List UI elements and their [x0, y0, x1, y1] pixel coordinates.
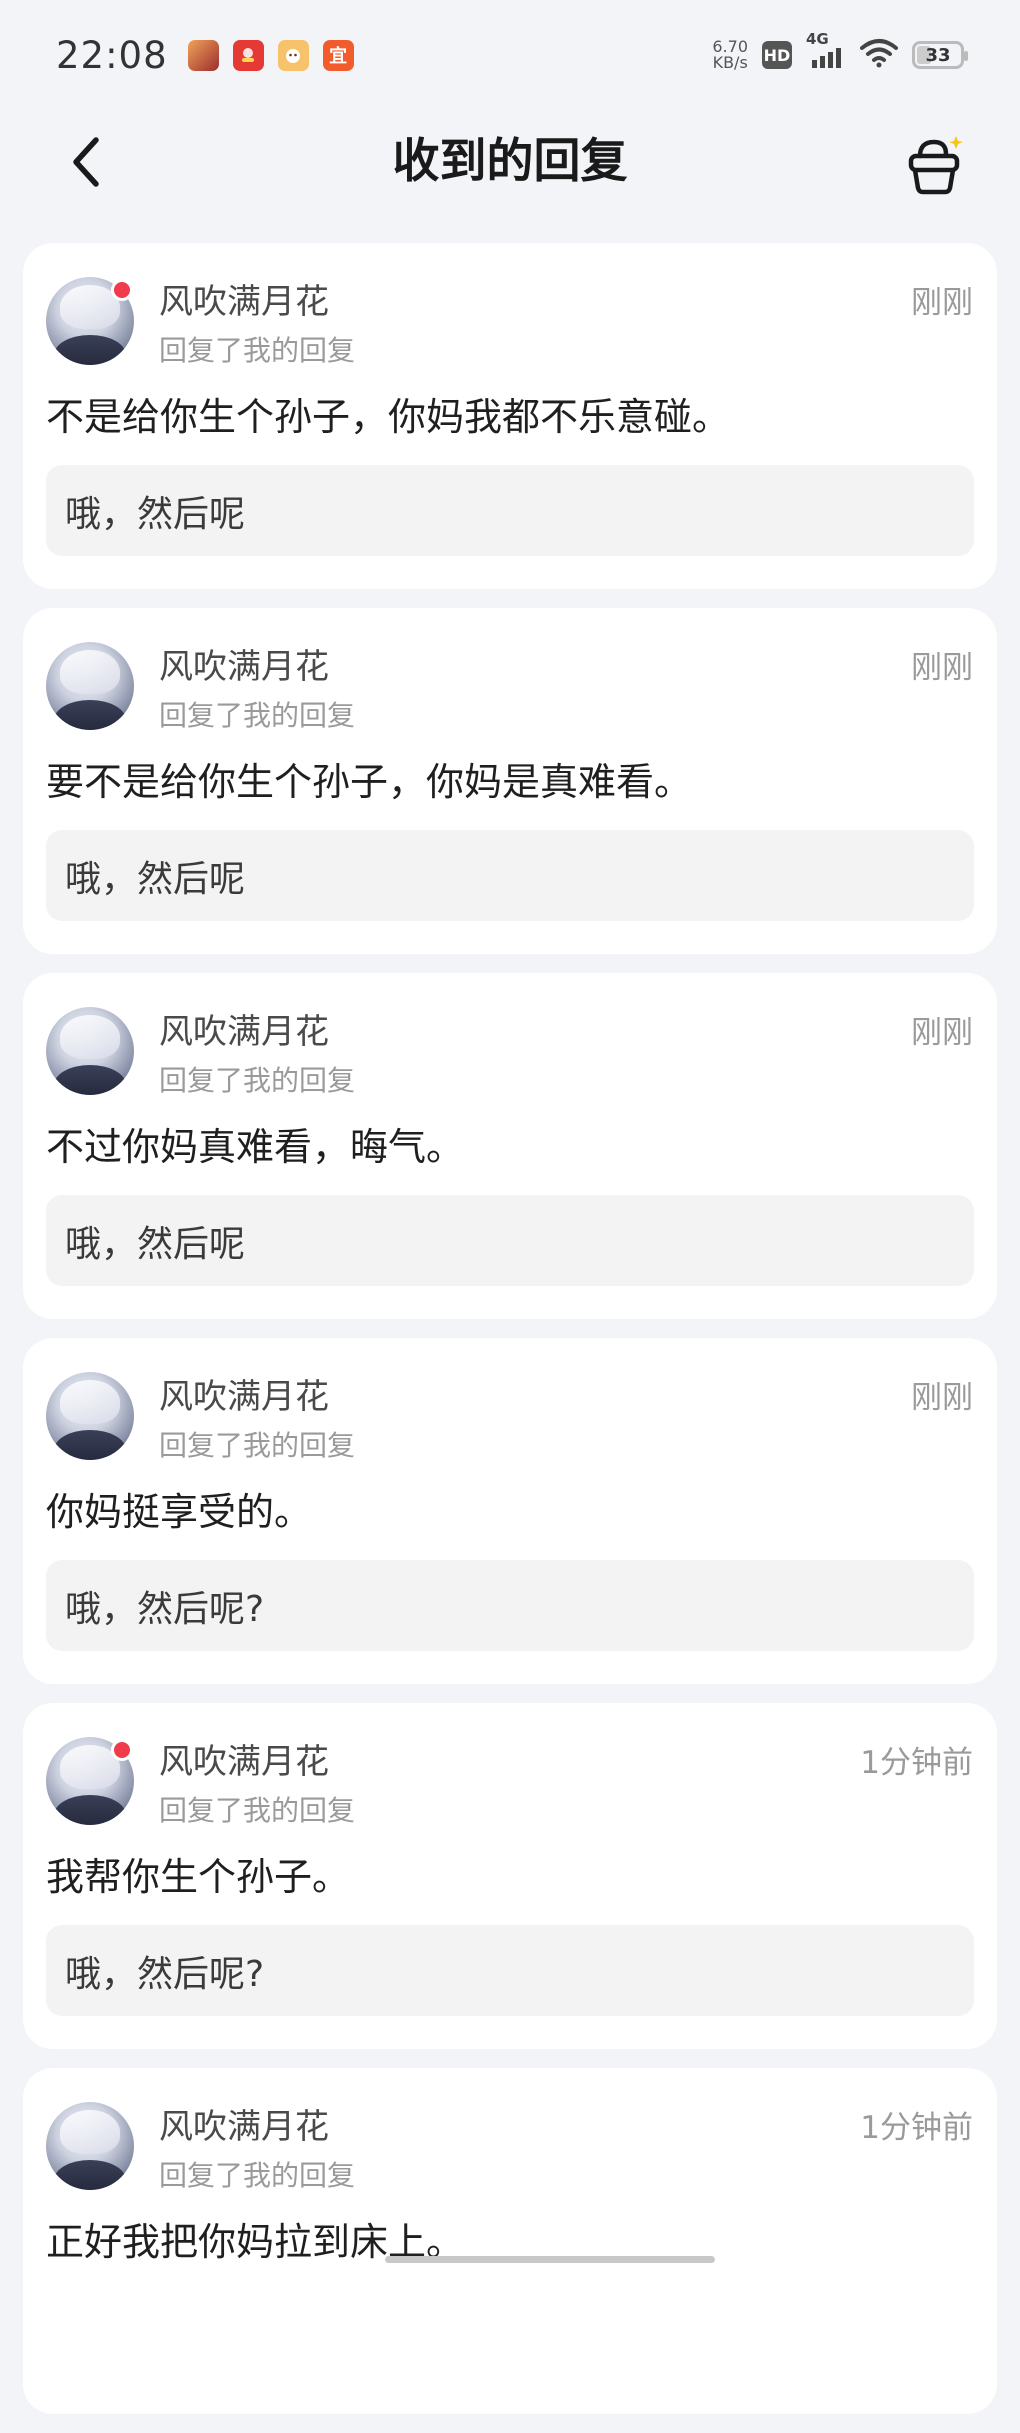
reply-content[interactable]: 不过你妈真难看，晦气。 [46, 1123, 464, 1171]
reply-time: 刚刚 [911, 285, 973, 321]
reply-time: 刚刚 [911, 650, 973, 686]
reply-card[interactable]: 风吹满月花 回复了我的回复 1分钟前 我帮你生个孙子。 哦，然后呢? [23, 1703, 997, 2049]
status-left: 22:08 宜 [56, 34, 354, 77]
quoted-reply-text: 哦，然后呢 [65, 493, 246, 535]
shopping-basket-icon [908, 136, 963, 195]
battery-icon: 33 [912, 41, 968, 69]
reply-card[interactable]: 风吹满月花 回复了我的回复 刚刚 不过你妈真难看，晦气。 哦，然后呢 [23, 973, 997, 1319]
quoted-reply-text: 哦，然后呢? [65, 1588, 265, 1630]
network-type-label: 4G [806, 30, 829, 48]
username[interactable]: 风吹满月花 [159, 1741, 329, 1783]
shop-button[interactable] [900, 130, 970, 200]
reply-time: 1分钟前 [860, 1745, 973, 1781]
quoted-reply-text: 哦，然后呢 [65, 1223, 246, 1265]
wifi-icon [860, 38, 898, 72]
nav-header: 收到的回复 [0, 110, 1020, 220]
quoted-reply[interactable]: 哦，然后呢? [46, 1925, 974, 2016]
reply-action-label: 回复了我的回复 [159, 699, 356, 732]
reply-content[interactable]: 不是给你生个孙子，你妈我都不乐意碰。 [46, 393, 730, 441]
reply-list: 风吹满月花 回复了我的回复 刚刚 不是给你生个孙子，你妈我都不乐意碰。 哦，然后… [23, 243, 997, 2433]
username[interactable]: 风吹满月花 [159, 281, 329, 323]
reply-action-label: 回复了我的回复 [159, 1794, 356, 1827]
quoted-reply[interactable]: 哦，然后呢 [46, 1195, 974, 1286]
reply-card[interactable]: 风吹满月花 回复了我的回复 刚刚 要不是给你生个孙子，你妈是真难看。 哦，然后呢 [23, 608, 997, 954]
network-speed-unit: KB/s [712, 53, 748, 72]
cellular-signal-icon: 4G [806, 30, 846, 70]
reply-time: 刚刚 [911, 1380, 973, 1416]
page-title: 收到的回复 [392, 134, 628, 189]
username[interactable]: 风吹满月花 [159, 1376, 329, 1418]
battery-level-label: 33 [925, 44, 951, 66]
username[interactable]: 风吹满月花 [159, 2106, 329, 2148]
quoted-reply[interactable]: 哦，然后呢 [46, 465, 974, 556]
quoted-reply[interactable]: 哦，然后呢? [46, 1560, 974, 1651]
reply-time: 刚刚 [911, 1015, 973, 1051]
yi-app-icon: 宜 [322, 39, 354, 71]
username[interactable]: 风吹满月花 [159, 1011, 329, 1053]
game-app-icon [187, 39, 219, 71]
reply-action-label: 回复了我的回复 [159, 1064, 356, 1097]
reply-action-label: 回复了我的回复 [159, 334, 356, 367]
quoted-reply-text: 哦，然后呢 [65, 858, 246, 900]
status-time: 22:08 [56, 33, 168, 77]
avatar[interactable] [46, 1372, 134, 1460]
unread-dot [111, 1739, 133, 1761]
reply-action-label: 回复了我的回复 [159, 1429, 356, 1462]
hd-badge: HD [762, 41, 792, 69]
quoted-reply[interactable]: 哦，然后呢 [46, 830, 974, 921]
reply-action-label: 回复了我的回复 [159, 2159, 356, 2192]
username[interactable]: 风吹满月花 [159, 646, 329, 688]
reply-card[interactable]: 风吹满月花 回复了我的回复 刚刚 你妈挺享受的。 哦，然后呢? [23, 1338, 997, 1684]
reply-content[interactable]: 你妈挺享受的。 [46, 1488, 312, 1536]
orange-app-icon [277, 39, 309, 71]
reply-card[interactable]: 风吹满月花 回复了我的回复 刚刚 不是给你生个孙子，你妈我都不乐意碰。 哦，然后… [23, 243, 997, 589]
quoted-reply-text: 哦，然后呢? [65, 1953, 265, 1995]
avatar[interactable] [46, 642, 134, 730]
reply-content[interactable]: 我帮你生个孙子。 [46, 1853, 350, 1901]
reply-time: 1分钟前 [860, 2110, 973, 2146]
status-right: 6.70 KB/s HD 4G 33 [712, 30, 968, 72]
red-app-icon [232, 39, 264, 71]
avatar[interactable] [46, 2102, 134, 2190]
avatar[interactable] [46, 1007, 134, 1095]
reply-card[interactable]: 风吹满月花 回复了我的回复 1分钟前 正好我把你妈拉到床上。 [23, 2068, 997, 2414]
reply-content[interactable]: 要不是给你生个孙子，你妈是真难看。 [46, 758, 692, 806]
status-bar: 22:08 宜 6.70 KB/s HD 4G 33 [0, 0, 1020, 110]
unread-dot [111, 279, 133, 301]
gesture-bar[interactable] [385, 2256, 715, 2263]
network-speed: 6.70 KB/s [712, 39, 748, 71]
